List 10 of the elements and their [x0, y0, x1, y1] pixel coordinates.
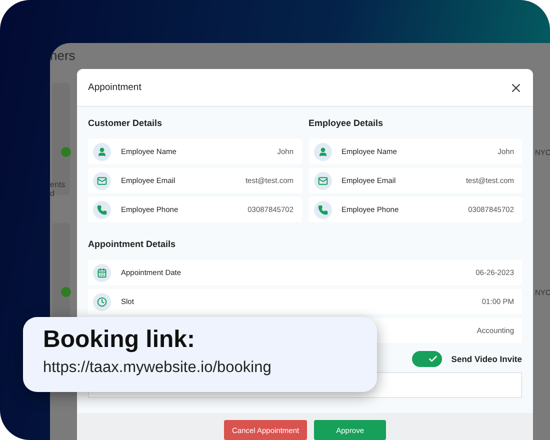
dialog-title: Appointment [88, 82, 142, 93]
page-title: ners [50, 48, 76, 63]
section-title: Employee Details [308, 117, 384, 130]
section-title: Appointment Details [88, 238, 177, 251]
booking-url: https://taax.mywebsite.io/booking [43, 359, 272, 377]
side-text: d [50, 189, 54, 198]
card-title: Booking link: [43, 326, 196, 354]
side-text: ents [50, 180, 66, 189]
section-title: Customer Details [88, 117, 164, 130]
toggle-label: Send Video Invite [451, 354, 522, 364]
